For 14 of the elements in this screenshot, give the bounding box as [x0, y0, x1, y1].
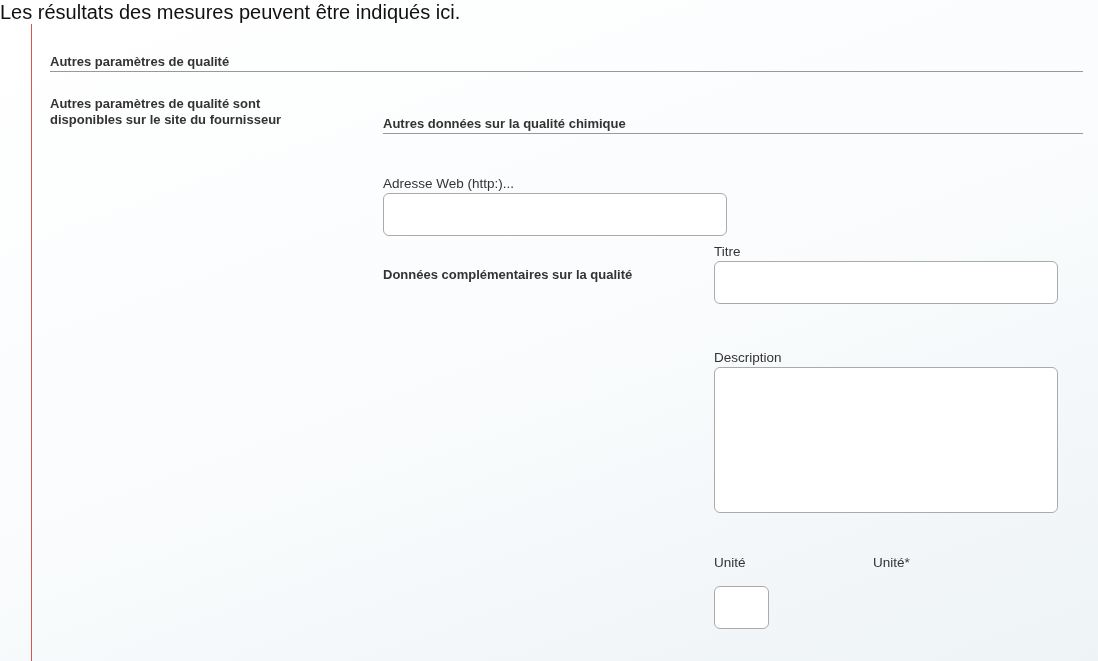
intro-text: Les résultats des mesures peuvent être indiqués ici.	[0, 0, 461, 24]
description-field[interactable]	[714, 367, 1058, 513]
field-label: Adresse Web (http:)...	[383, 176, 516, 191]
section-heading: Autres paramètres de qualité	[50, 54, 1083, 72]
unit-field[interactable]	[714, 586, 769, 629]
note-text: Autres paramètres de qualité sont disponibles sur le site du fournisseur	[50, 96, 283, 128]
web-address-field[interactable]	[383, 193, 727, 236]
field-label: Description	[714, 350, 783, 365]
title-field[interactable]	[714, 261, 1058, 304]
subsection-heading: Autres données sur la qualité chimique	[383, 116, 1083, 134]
field-label: Unité	[714, 555, 747, 570]
field-label: Unité*	[873, 555, 911, 570]
field-label: Titre	[714, 244, 742, 259]
group-label: Données complémentaires sur la qualité	[383, 267, 634, 284]
